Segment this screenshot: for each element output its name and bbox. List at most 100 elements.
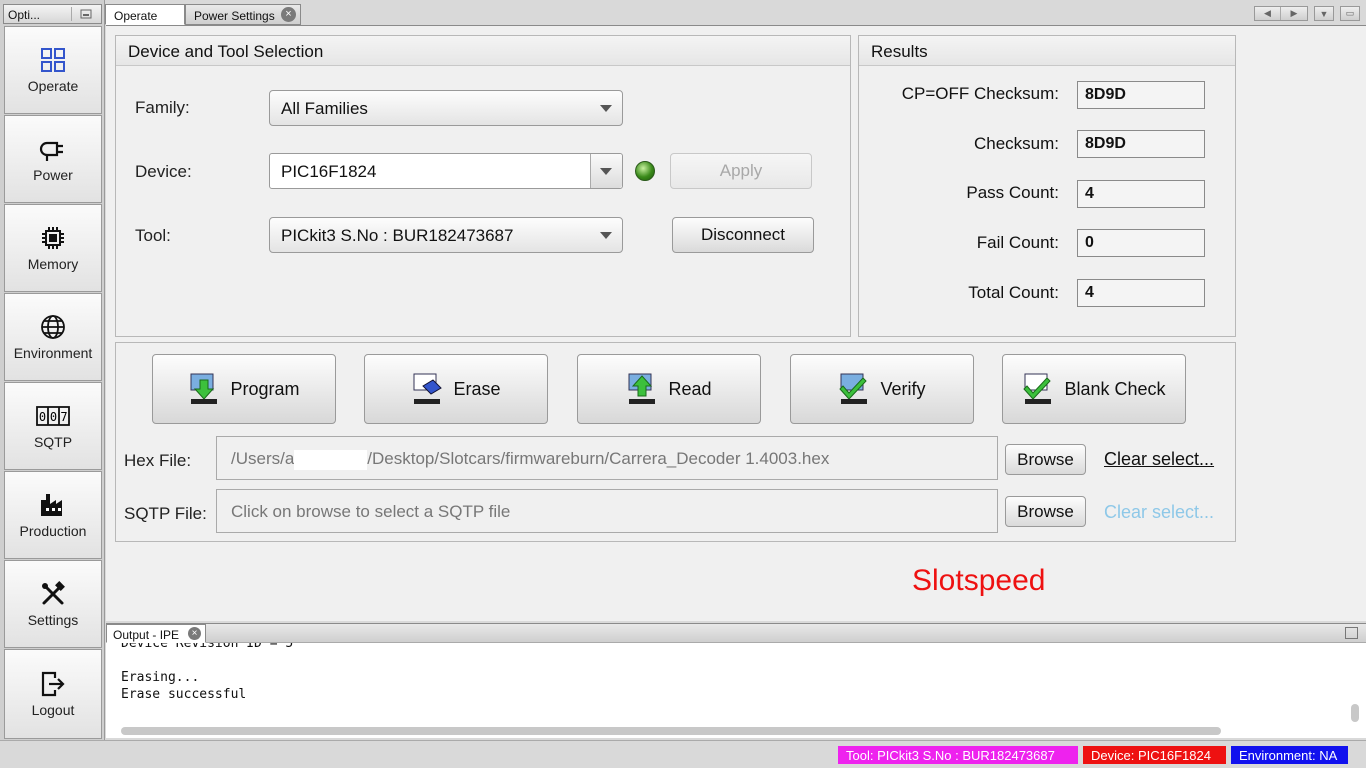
output-tab-bar: Output - IPE ×	[106, 623, 1366, 643]
blank-check-label: Blank Check	[1064, 378, 1166, 399]
pass-count-label: Pass Count:	[966, 183, 1059, 202]
chevron-down-icon	[600, 168, 612, 175]
browse-label: Browse	[1017, 501, 1074, 521]
device-combo[interactable]: PIC16F1824	[269, 153, 623, 189]
erase-label: Erase	[453, 378, 501, 399]
sidebar-item-memory[interactable]: Memory	[4, 204, 102, 292]
status-environment: Environment: NA	[1231, 746, 1348, 764]
svg-text:7: 7	[60, 410, 67, 424]
tab-operate[interactable]: Operate	[105, 4, 185, 25]
sidebar-item-environment[interactable]: Environment	[4, 293, 102, 381]
redacted-block	[294, 449, 368, 470]
chevron-down-icon	[600, 232, 612, 239]
fail-count-label: Fail Count:	[976, 233, 1059, 252]
pass-count-value: 4	[1077, 180, 1205, 208]
sidebar-item-label: Power	[33, 167, 73, 183]
status-bar: Tool: PICkit3 S.No : BUR182473687 Device…	[0, 740, 1366, 768]
sidebar-item-label: Production	[19, 523, 87, 539]
nav-left-icon[interactable]: ◀	[1255, 7, 1281, 20]
hex-path-prefix: /Users/a	[231, 449, 295, 468]
vertical-scrollbar[interactable]	[1351, 704, 1359, 722]
verify-button[interactable]: Verify	[790, 354, 974, 424]
browse-label: Browse	[1017, 449, 1074, 469]
tools-icon	[40, 580, 66, 608]
status-led-icon	[635, 161, 655, 181]
erase-button[interactable]: Erase	[364, 354, 548, 424]
family-label: Family:	[135, 98, 190, 117]
total-count-value: 4	[1077, 279, 1205, 307]
program-icon	[190, 373, 218, 404]
program-label: Program	[230, 378, 300, 399]
sqtp-placeholder: Click on browse to select a SQTP file	[231, 502, 511, 521]
sidebar-item-label: Logout	[31, 702, 75, 718]
maximize-icon[interactable]: ▭	[1341, 7, 1359, 20]
nav-right-icon[interactable]: ▶	[1281, 7, 1307, 20]
cp-off-checksum-value: 8D9D	[1077, 81, 1205, 109]
blank-check-button[interactable]: Blank Check	[1002, 354, 1186, 424]
sidebar-item-label: Memory	[27, 256, 79, 272]
verify-icon	[839, 373, 868, 404]
read-icon	[628, 373, 656, 404]
sidebar-item-power[interactable]: Power	[4, 115, 102, 203]
sqtp-file-field[interactable]: Click on browse to select a SQTP file	[216, 489, 998, 533]
horizontal-scrollbar[interactable]	[121, 727, 1221, 735]
tab-output[interactable]: Output - IPE ×	[106, 624, 206, 643]
globe-icon	[40, 313, 66, 341]
apply-button[interactable]: Apply	[670, 153, 812, 189]
verify-label: Verify	[880, 378, 926, 399]
device-tool-panel: Device and Tool Selection Family: All Fa…	[115, 35, 851, 337]
disconnect-button[interactable]: Disconnect	[672, 217, 814, 253]
disconnect-label: Disconnect	[700, 225, 786, 244]
tab-label: Output - IPE	[113, 628, 180, 642]
close-icon[interactable]: ×	[281, 7, 296, 22]
chevron-down-icon[interactable]: ▼	[1315, 7, 1333, 20]
tab-label: Operate	[114, 9, 158, 23]
logout-icon	[40, 670, 66, 698]
grid-icon	[40, 46, 66, 74]
total-count-label: Total Count:	[968, 283, 1059, 302]
panel-title: Results	[859, 36, 1235, 66]
sqtp-file-label: SQTP File:	[124, 504, 207, 523]
minimize-icon[interactable]	[71, 7, 99, 21]
sidebar-item-settings[interactable]: Settings	[4, 560, 102, 648]
chevron-down-icon	[600, 105, 612, 112]
checksum-value: 8D9D	[1077, 130, 1205, 158]
sidebar-tab[interactable]: Opti...	[3, 4, 102, 24]
sidebar-item-sqtp[interactable]: 007 SQTP	[4, 382, 102, 470]
maximize-icon[interactable]	[1345, 627, 1358, 639]
sidebar-tab-label: Opti...	[8, 8, 41, 22]
sidebar-item-production[interactable]: Production	[4, 471, 102, 559]
svg-text:0: 0	[50, 410, 57, 424]
close-icon[interactable]: ×	[188, 627, 201, 640]
hex-file-label: Hex File:	[124, 451, 192, 470]
hex-clear-link[interactable]: Clear select...	[1104, 449, 1214, 470]
status-tool: Tool: PICkit3 S.No : BUR182473687	[838, 746, 1078, 764]
sidebar-item-logout[interactable]: Logout	[4, 649, 102, 739]
operate-view: Device and Tool Selection Family: All Fa…	[106, 25, 1366, 621]
sidebar-item-label: SQTP	[33, 434, 73, 450]
tool-label: Tool:	[135, 226, 171, 245]
blank-check-icon	[1023, 373, 1052, 404]
tool-value: PICkit3 S.No : BUR182473687	[281, 226, 514, 245]
hex-file-field[interactable]: /Users/a/Desktop/Slotcars/firmwareburn/C…	[216, 436, 998, 480]
read-button[interactable]: Read	[577, 354, 761, 424]
tool-select[interactable]: PICkit3 S.No : BUR182473687	[269, 217, 623, 253]
hex-browse-button[interactable]: Browse	[1005, 444, 1086, 475]
tab-power-settings[interactable]: Power Settings ×	[185, 4, 301, 25]
sidebar-item-operate[interactable]: Operate	[4, 26, 102, 114]
tab-bar: Operate Power Settings × ◀ ▶ ▼ ▭	[105, 4, 1366, 26]
device-dropdown-button[interactable]	[590, 154, 622, 188]
chip-icon	[40, 224, 66, 252]
factory-icon	[39, 491, 67, 519]
family-select[interactable]: All Families	[269, 90, 623, 126]
apply-label: Apply	[719, 161, 763, 180]
output-line: Erase successful	[121, 687, 247, 702]
tab-label: Power Settings	[194, 9, 275, 23]
checksum-label: Checksum:	[973, 134, 1059, 153]
output-console[interactable]: Device Revision ID = 5 Erasing... Erase s…	[106, 643, 1366, 738]
results-panel: Results CP=OFF Checksum: 8D9D Checksum: …	[858, 35, 1236, 337]
sqtp-browse-button[interactable]: Browse	[1005, 496, 1086, 527]
window-controls: ◀ ▶ ▼ ▭	[1254, 6, 1360, 21]
program-button[interactable]: Program	[152, 354, 336, 424]
